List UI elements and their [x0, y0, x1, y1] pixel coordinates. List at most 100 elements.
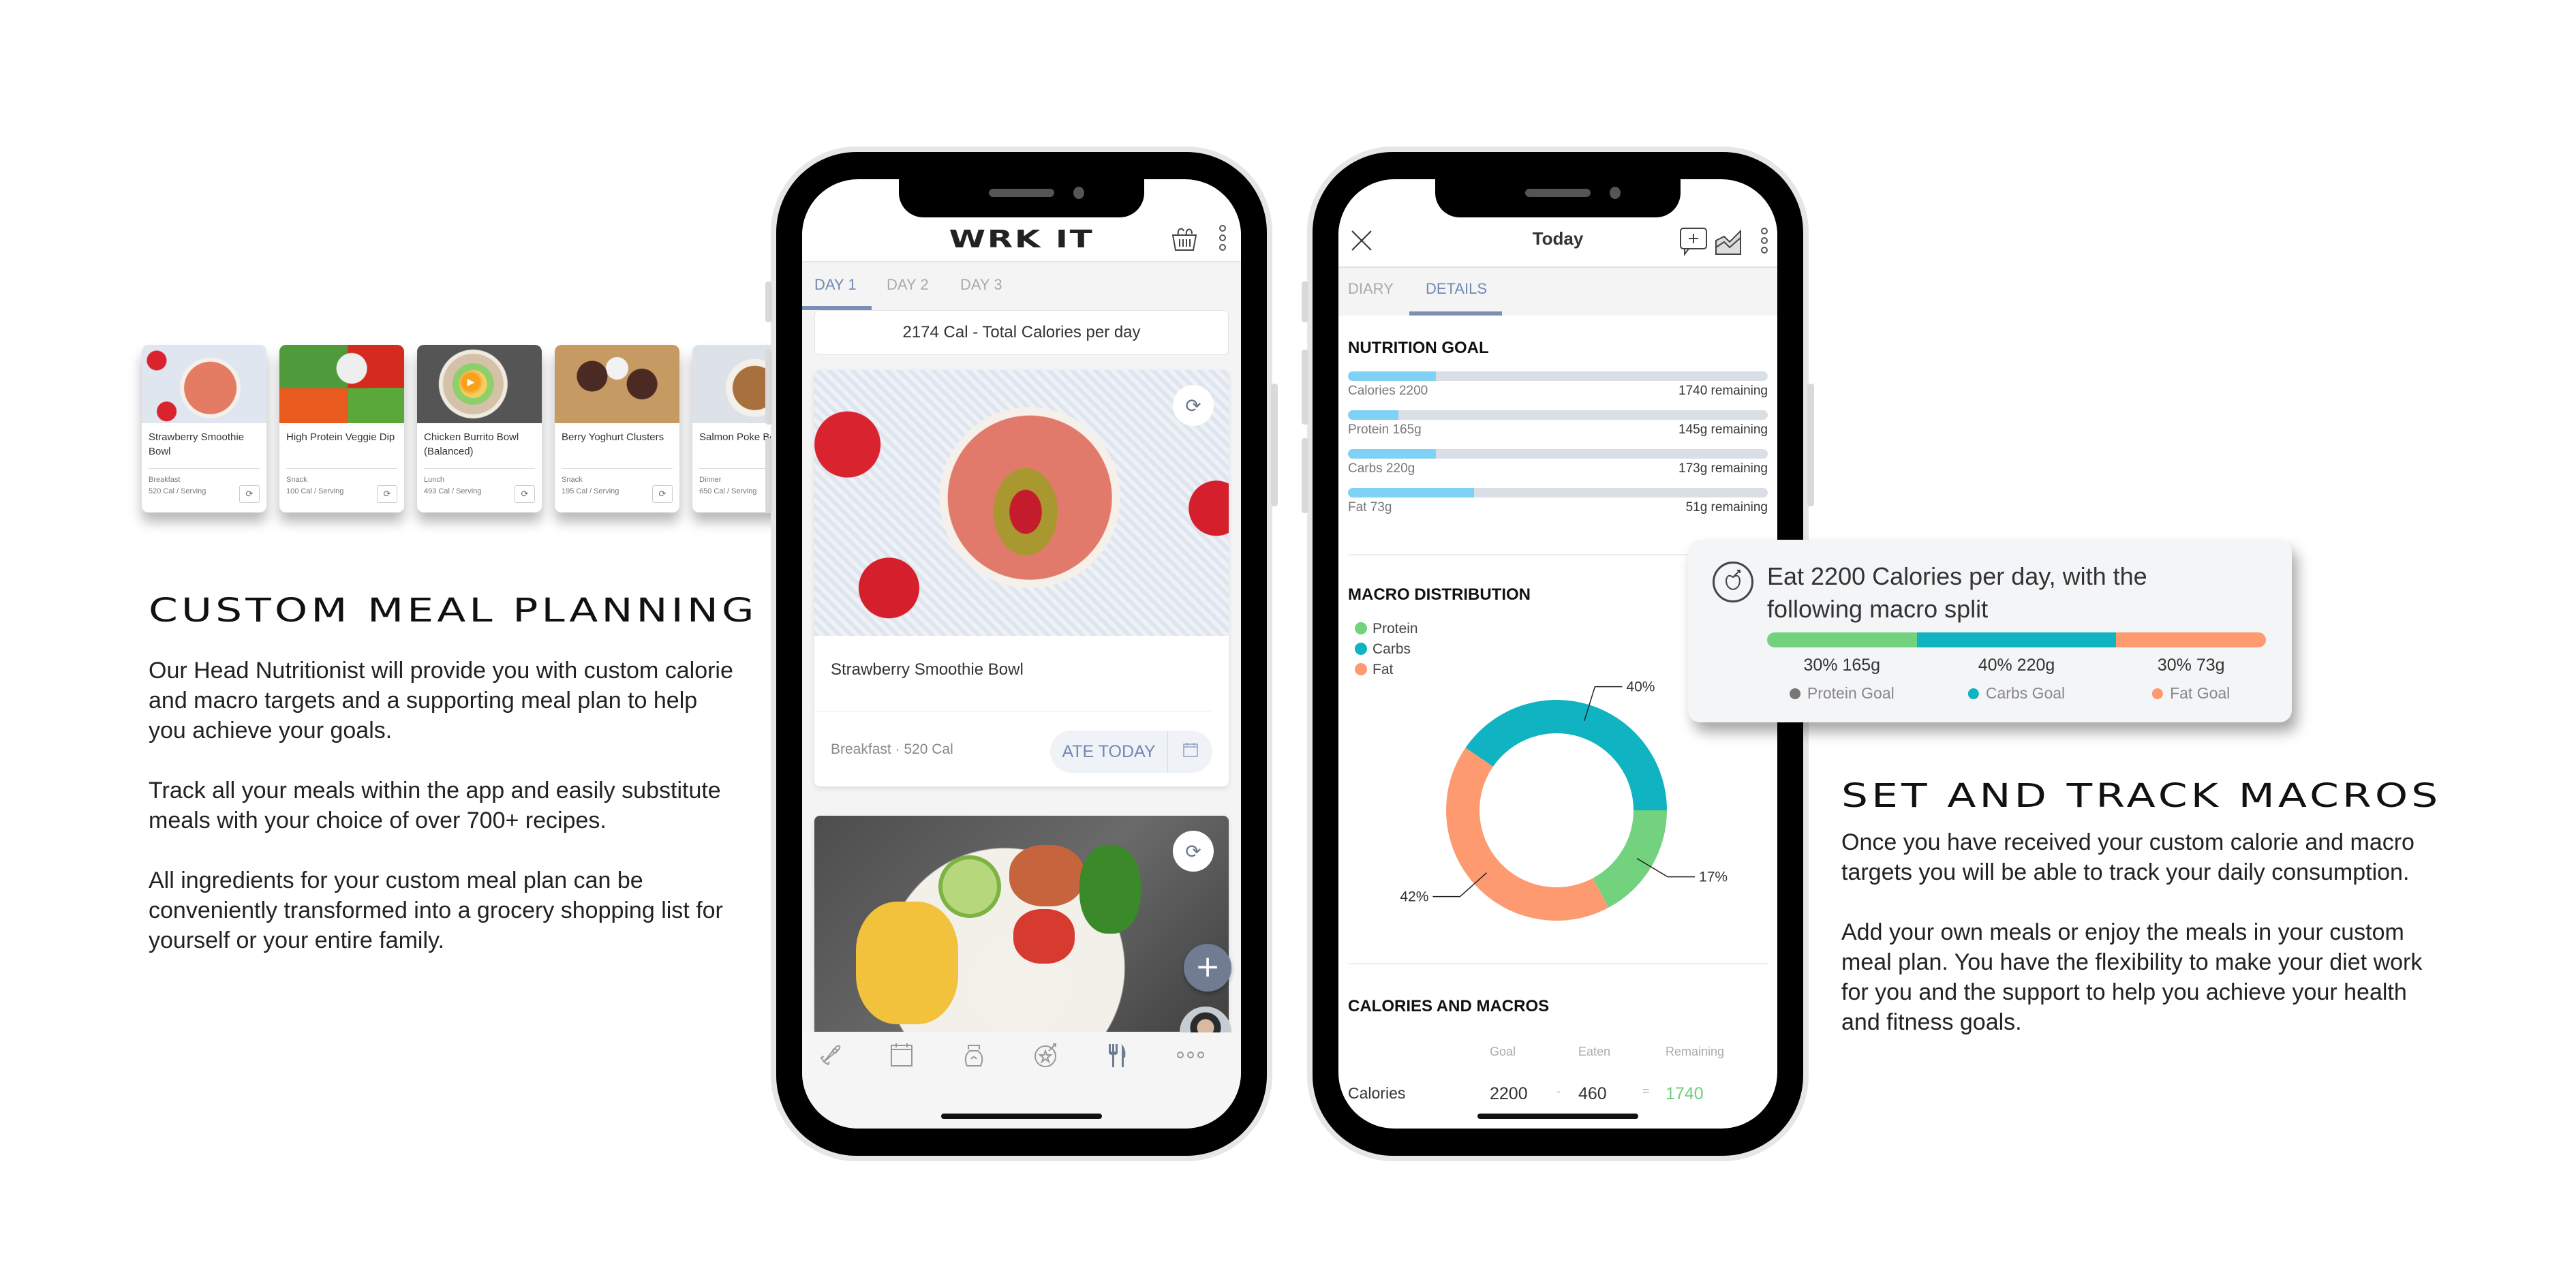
tab-day-3[interactable]: DAY 3: [960, 276, 1002, 294]
phone-meal-plan: WRK IT DAY 1 DAY 2 DAY 3 2174 Cal - Tota…: [765, 152, 1278, 1156]
meal-card[interactable]: Strawberry Smoothie Bowl Breakfast 520 Cal…: [142, 345, 266, 512]
meal-name: Chicken Burrito Bowl (Balanced): [424, 431, 519, 457]
meal-card[interactable]: ⟳: [814, 816, 1229, 1032]
meal-type: Snack: [286, 476, 307, 484]
divider: [562, 468, 673, 469]
donut-label-carbs: 40%: [1626, 679, 1655, 695]
phone-screen: WRK IT DAY 1 DAY 2 DAY 3 2174 Cal - Tota…: [802, 179, 1241, 1129]
remaining-value: 1740: [1666, 1084, 1704, 1103]
more-vertical-icon[interactable]: [1758, 226, 1770, 261]
apple-target-icon: [1713, 562, 1753, 602]
trend-chart-icon[interactable]: [1715, 228, 1743, 261]
custom-meal-planning-copy: Our Head Nutritionist will provide you w…: [149, 656, 735, 985]
swap-meal-button[interactable]: ⟳: [1173, 831, 1214, 872]
ate-today-button[interactable]: ATE TODAY: [1050, 731, 1212, 773]
swap-meal-icon[interactable]: ⟳: [377, 485, 397, 503]
swap-meal-button[interactable]: ⟳: [1173, 385, 1214, 426]
split-value: 30% 73g: [2157, 656, 2225, 675]
home-indicator: [1477, 1114, 1638, 1119]
split-segment-fat: [2116, 632, 2266, 647]
meal-photo: ⟳: [814, 816, 1229, 1032]
progress-track: [1348, 449, 1768, 459]
swap-meal-icon[interactable]: ⟳: [239, 485, 260, 503]
diary-tabs: DIARY DETAILS: [1338, 268, 1777, 316]
macro-distribution-title: MACRO DISTRIBUTION: [1348, 585, 1531, 604]
tab-details[interactable]: DETAILS: [1426, 280, 1487, 298]
meal-card[interactable]: High Protein Veggie Dip Snack 100 Cal / Se…: [279, 345, 404, 512]
split-legend: Protein Goal: [1789, 684, 1895, 703]
progress-fill: [1348, 410, 1398, 420]
remaining-label: 173g remaining: [1678, 461, 1768, 476]
paragraph: All ingredients for your custom meal pla…: [149, 868, 723, 953]
progress-fill: [1348, 449, 1437, 459]
phone-mute-switch: [765, 281, 772, 322]
meal-photo: [279, 345, 404, 423]
nutrition-goal-row: Calories 2200 1740 remaining: [1348, 371, 1768, 408]
page-title: Today: [1532, 228, 1584, 249]
paragraph: Our Head Nutritionist will provide you w…: [149, 658, 733, 743]
fork-knife-icon[interactable]: [1097, 1041, 1137, 1075]
play-video-icon[interactable]: ▶: [459, 371, 482, 394]
meal-title: Strawberry Smoothie Bowl: [814, 636, 1212, 711]
remaining-label: 1740 remaining: [1678, 384, 1768, 398]
donut-slice-protein: [1593, 810, 1667, 908]
grocery-basket-icon[interactable]: [1170, 224, 1199, 258]
tab-diary[interactable]: DIARY: [1348, 280, 1394, 298]
column-remaining: Remaining: [1666, 1045, 1725, 1058]
legend-label: Protein: [1373, 621, 1418, 637]
goal-label: Fat 73g: [1348, 500, 1392, 515]
more-horizontal-icon[interactable]: [1170, 1041, 1211, 1075]
paragraph: Once you have received your custom calor…: [1841, 829, 2414, 885]
remaining-label: 145g remaining: [1678, 423, 1768, 437]
meal-card[interactable]: ⟳ Strawberry Smoothie Bowl Breakfast · 5…: [814, 370, 1229, 786]
nutrition-goal-row: Carbs 220g 173g remaining: [1348, 449, 1768, 486]
nutrition-goal-title: NUTRITION GOAL: [1348, 339, 1489, 357]
macro-goal-card: Eat 2200 Calories per day, with the foll…: [1688, 540, 2292, 722]
tab-day-2[interactable]: DAY 2: [887, 276, 929, 294]
legend-label: Fat Goal: [2170, 684, 2230, 702]
nutrition-goal-row: Protein 165g 145g remaining: [1348, 410, 1768, 447]
goal-star-icon[interactable]: [1026, 1041, 1067, 1075]
tab-day-1[interactable]: DAY 1: [814, 276, 857, 294]
divider: [424, 468, 535, 469]
swap-meal-icon[interactable]: ⟳: [515, 485, 535, 503]
progress-track: [1348, 371, 1768, 381]
donut-label-protein: 17%: [1699, 870, 1728, 885]
add-comment-icon[interactable]: [1679, 227, 1708, 262]
goal-label: Carbs 220g: [1348, 461, 1415, 476]
phone-notch: [1435, 179, 1681, 217]
meal-name: Berry Yoghurt Clusters: [562, 431, 664, 443]
add-meal-button[interactable]: +: [1184, 944, 1231, 992]
macro-split-bar: [1767, 632, 2266, 647]
remaining-label: 51g remaining: [1685, 500, 1768, 515]
goal-description: Eat 2200 Calories per day, with the foll…: [1767, 562, 2147, 623]
phone-volume-up: [765, 350, 772, 425]
custom-meal-planning-heading: CUSTOM MEAL PLANNING: [149, 592, 758, 630]
meal-photo: ⟳: [814, 370, 1229, 636]
kettlebell-icon[interactable]: [953, 1041, 994, 1075]
legend-dot: [2152, 688, 2164, 699]
home-indicator: [941, 1114, 1102, 1119]
legend-label: Carbs Goal: [1985, 684, 2066, 702]
split-segment-protein: [1767, 632, 1917, 647]
day-tabs: DAY 1 DAY 2 DAY 3: [802, 262, 1241, 310]
meal-card[interactable]: Berry Yoghurt Clusters Snack 195 Cal / Ser…: [555, 345, 679, 512]
meal-card[interactable]: ▶ Chicken Burrito Bowl (Balanced) Lunch 493…: [417, 345, 542, 512]
calendar-icon[interactable]: [881, 1041, 922, 1075]
app-header: Today: [1338, 219, 1777, 268]
phone-volume-up: [1302, 350, 1308, 425]
legend-dot: [1967, 688, 1979, 699]
split-value: 40% 220g: [1978, 656, 2055, 675]
calendar-icon[interactable]: [1168, 741, 1212, 762]
meal-feed[interactable]: 2174 Cal - Total Calories per day ⟳ Stra…: [802, 310, 1241, 1032]
goal-label: Calories 2200: [1348, 384, 1428, 398]
calories-and-macros-title: CALORIES AND MACROS: [1348, 997, 1550, 1015]
progress-track: [1348, 488, 1768, 497]
rocket-icon[interactable]: [810, 1041, 851, 1075]
legend-dot: [1355, 643, 1367, 655]
donut-slice-fat: [1446, 748, 1609, 921]
split-legend: Carbs Goal: [1967, 684, 2066, 703]
swap-meal-icon[interactable]: ⟳: [652, 485, 673, 503]
split-legend: Fat Goal: [2152, 684, 2230, 703]
more-vertical-icon[interactable]: [1216, 223, 1229, 258]
